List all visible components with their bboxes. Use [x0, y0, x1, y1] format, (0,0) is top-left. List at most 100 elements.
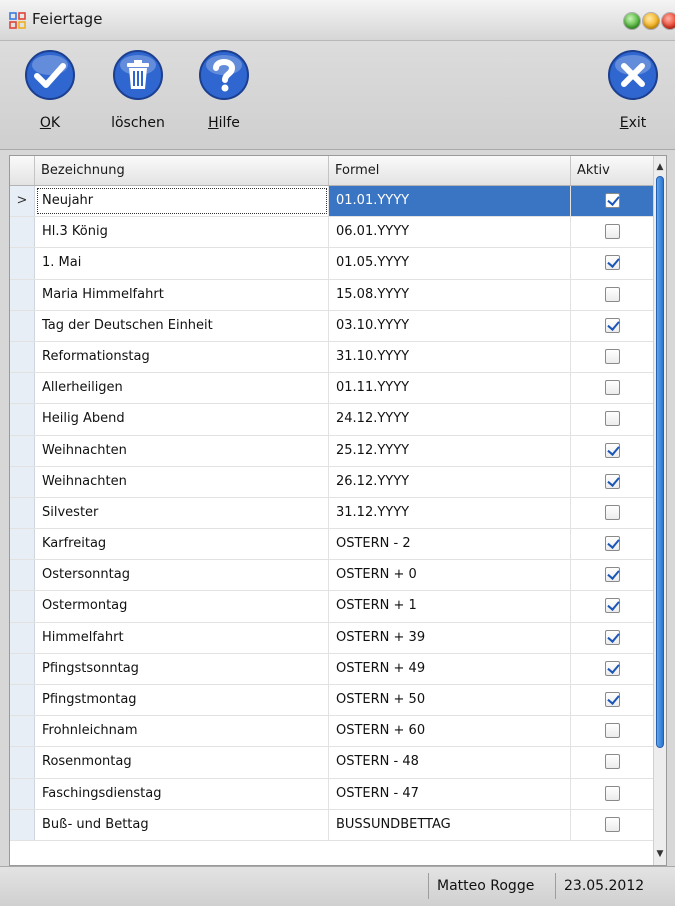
table-row[interactable]: Weihnachten 25.12.YYYY	[10, 435, 654, 467]
table-row[interactable]: Silvester 31.12.YYYY	[10, 497, 654, 530]
cell-formel[interactable]: OSTERN - 2	[329, 529, 571, 560]
table-row[interactable]: Faschingsdienstag OSTERN - 47	[10, 778, 654, 810]
cell-bezeichnung[interactable]: Weihnachten	[35, 466, 329, 497]
table-row[interactable]: > Neujahr 01.01.YYYY	[10, 186, 654, 218]
checkbox-checked[interactable]	[604, 567, 620, 583]
row-indicator[interactable]	[10, 685, 35, 716]
maximize-button[interactable]	[624, 13, 640, 29]
table-row[interactable]: Hl.3 König 06.01.YYYY	[10, 217, 654, 249]
row-indicator[interactable]	[10, 653, 35, 684]
table-row[interactable]: Ostermontag OSTERN + 1	[10, 591, 654, 623]
cell-bezeichnung[interactable]: Buß- und Bettag	[35, 809, 329, 840]
table-row[interactable]: Maria Himmelfahrt 15.08.YYYY	[10, 279, 654, 311]
cell-bezeichnung[interactable]: Allerheiligen	[35, 373, 329, 404]
checkbox-unchecked[interactable]	[604, 754, 620, 770]
row-indicator[interactable]	[10, 747, 35, 778]
checkbox-checked[interactable]	[604, 536, 620, 552]
checkbox-checked[interactable]	[604, 598, 620, 614]
cell-bezeichnung[interactable]: Rosenmontag	[35, 747, 329, 778]
cell-bezeichnung[interactable]: Himmelfahrt	[35, 622, 329, 653]
cell-formel[interactable]: 06.01.YYYY	[329, 217, 571, 248]
row-indicator[interactable]	[10, 622, 35, 653]
row-indicator[interactable]	[10, 373, 35, 404]
scroll-up-arrow-icon[interactable]: ▲	[654, 160, 666, 174]
cell-formel[interactable]: OSTERN - 48	[329, 747, 571, 778]
cell-bezeichnung[interactable]: Frohnleichnam	[35, 716, 329, 747]
table-row[interactable]: Pfingstmontag OSTERN + 50	[10, 685, 654, 717]
checkbox-unchecked[interactable]	[604, 348, 620, 364]
cell-formel[interactable]: OSTERN - 47	[329, 778, 571, 809]
cell-bezeichnung[interactable]: 1. Mai	[35, 248, 329, 279]
row-indicator[interactable]	[10, 778, 35, 809]
cell-bezeichnung[interactable]: Neujahr	[35, 186, 329, 217]
table-row[interactable]: Frohnleichnam OSTERN + 60	[10, 716, 654, 748]
cell-formel[interactable]: 31.12.YYYY	[329, 497, 571, 529]
cell-formel[interactable]: 01.01.YYYY	[329, 186, 571, 217]
checkbox-unchecked[interactable]	[604, 411, 620, 427]
cell-bezeichnung[interactable]: Ostersonntag	[35, 560, 329, 591]
cell-formel[interactable]: OSTERN + 60	[329, 716, 571, 747]
cell-bezeichnung[interactable]: Tag der Deutschen Einheit	[35, 310, 329, 341]
ok-button[interactable]: OK	[20, 49, 80, 131]
minimize-button[interactable]	[643, 13, 659, 29]
table-row[interactable]: Allerheiligen 01.11.YYYY	[10, 373, 654, 405]
column-header-formel[interactable]: Formel	[329, 156, 571, 185]
table-row[interactable]: Pfingstsonntag OSTERN + 49	[10, 653, 654, 685]
cell-formel[interactable]: BUSSUNDBETTAG	[329, 809, 571, 840]
checkbox-checked[interactable]	[604, 255, 620, 271]
scrollbar-thumb[interactable]	[656, 176, 664, 748]
cell-bezeichnung[interactable]: Faschingsdienstag	[35, 778, 329, 809]
scroll-down-arrow-icon[interactable]: ▼	[654, 847, 666, 861]
help-button[interactable]: Hilfe	[194, 49, 254, 131]
checkbox-unchecked[interactable]	[604, 816, 620, 832]
cell-bezeichnung[interactable]: Maria Himmelfahrt	[35, 279, 329, 310]
table-row[interactable]: Heilig Abend 24.12.YYYY	[10, 404, 654, 436]
cell-bezeichnung[interactable]: Pfingstsonntag	[35, 653, 329, 684]
table-row[interactable]: Karfreitag OSTERN - 2	[10, 529, 654, 561]
cell-bezeichnung[interactable]: Pfingstmontag	[35, 685, 329, 716]
row-indicator[interactable]	[10, 466, 35, 497]
current-row-indicator-icon[interactable]: >	[10, 186, 35, 217]
cell-bezeichnung[interactable]: Ostermontag	[35, 591, 329, 622]
checkbox-unchecked[interactable]	[604, 286, 620, 302]
cell-formel[interactable]: 15.08.YYYY	[329, 279, 571, 310]
row-indicator[interactable]	[10, 560, 35, 591]
checkbox-unchecked[interactable]	[604, 785, 620, 801]
vertical-scrollbar[interactable]: ▲ ▼	[653, 156, 666, 865]
cell-bezeichnung[interactable]: Reformationstag	[35, 341, 329, 373]
cell-formel[interactable]: 26.12.YYYY	[329, 466, 571, 497]
row-indicator[interactable]	[10, 310, 35, 341]
cell-bezeichnung[interactable]: Silvester	[35, 497, 329, 529]
row-indicator[interactable]	[10, 716, 35, 747]
checkbox-checked[interactable]	[604, 193, 620, 208]
cell-formel[interactable]: 01.05.YYYY	[329, 248, 571, 279]
checkbox-checked[interactable]	[604, 473, 620, 489]
cell-formel[interactable]: OSTERN + 0	[329, 560, 571, 591]
row-indicator[interactable]	[10, 341, 35, 373]
delete-button[interactable]: löschen	[108, 49, 168, 131]
checkbox-checked[interactable]	[604, 660, 620, 676]
table-row[interactable]: 1. Mai 01.05.YYYY	[10, 248, 654, 280]
row-indicator[interactable]	[10, 279, 35, 310]
column-header-bezeichnung[interactable]: Bezeichnung	[35, 156, 329, 185]
checkbox-checked[interactable]	[604, 442, 620, 458]
checkbox-unchecked[interactable]	[604, 723, 620, 739]
table-row[interactable]: Tag der Deutschen Einheit 03.10.YYYY	[10, 310, 654, 342]
column-header-aktiv[interactable]: Aktiv	[571, 156, 654, 185]
cell-formel[interactable]: 01.11.YYYY	[329, 373, 571, 404]
row-indicator[interactable]	[10, 248, 35, 279]
row-indicator[interactable]	[10, 404, 35, 435]
cell-formel[interactable]: 24.12.YYYY	[329, 404, 571, 435]
row-indicator[interactable]	[10, 217, 35, 248]
table-row[interactable]: Himmelfahrt OSTERN + 39	[10, 622, 654, 654]
checkbox-unchecked[interactable]	[604, 380, 620, 396]
cell-formel[interactable]: 03.10.YYYY	[329, 310, 571, 341]
checkbox-checked[interactable]	[604, 692, 620, 707]
row-indicator[interactable]	[10, 529, 35, 560]
checkbox-unchecked[interactable]	[604, 504, 620, 520]
checkbox-unchecked[interactable]	[604, 224, 620, 240]
cell-formel[interactable]: 31.10.YYYY	[329, 341, 571, 373]
checkbox-checked[interactable]	[604, 317, 620, 333]
cell-formel[interactable]: OSTERN + 1	[329, 591, 571, 622]
cell-formel[interactable]: 25.12.YYYY	[329, 435, 571, 466]
